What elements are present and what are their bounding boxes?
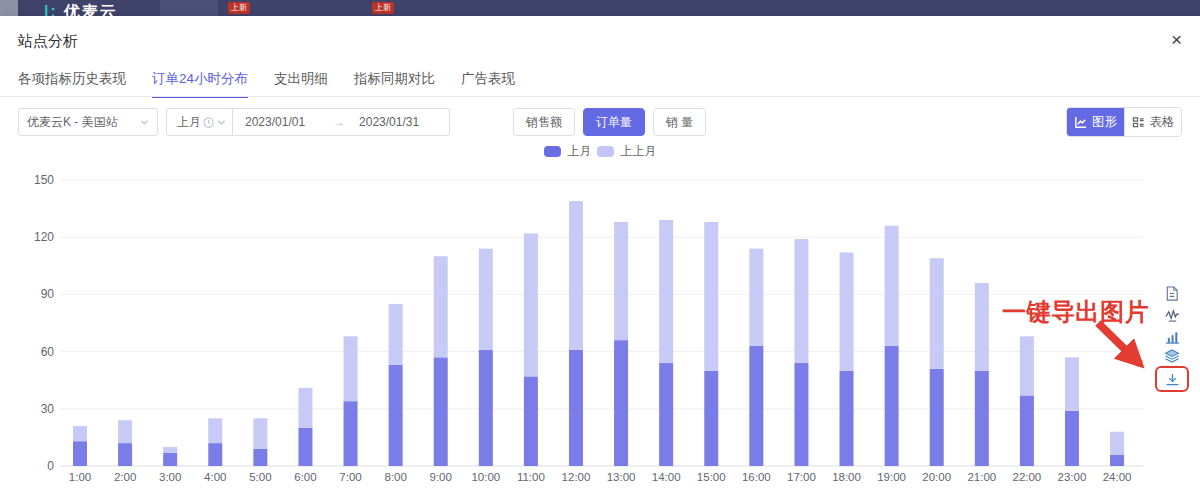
app-logo[interactable]: |: 优麦云 <box>44 2 118 16</box>
sidebar-edge <box>0 0 18 16</box>
nav-new-badge-1: 上新 <box>228 2 250 14</box>
app-topbar: |: 优麦云 上新 上新 <box>0 0 1200 16</box>
site-analysis-modal: 站点分析 × 各项指标历史表现订单24小时分布支出明细指标同期对比广告表现 优麦… <box>0 16 1200 504</box>
logo-text: 优麦云 <box>64 3 118 16</box>
logo-icon: |: <box>44 3 58 16</box>
annotation-arrow <box>0 16 1200 504</box>
nav-active-item[interactable] <box>160 0 218 16</box>
nav-new-badge-2: 上新 <box>372 2 394 14</box>
